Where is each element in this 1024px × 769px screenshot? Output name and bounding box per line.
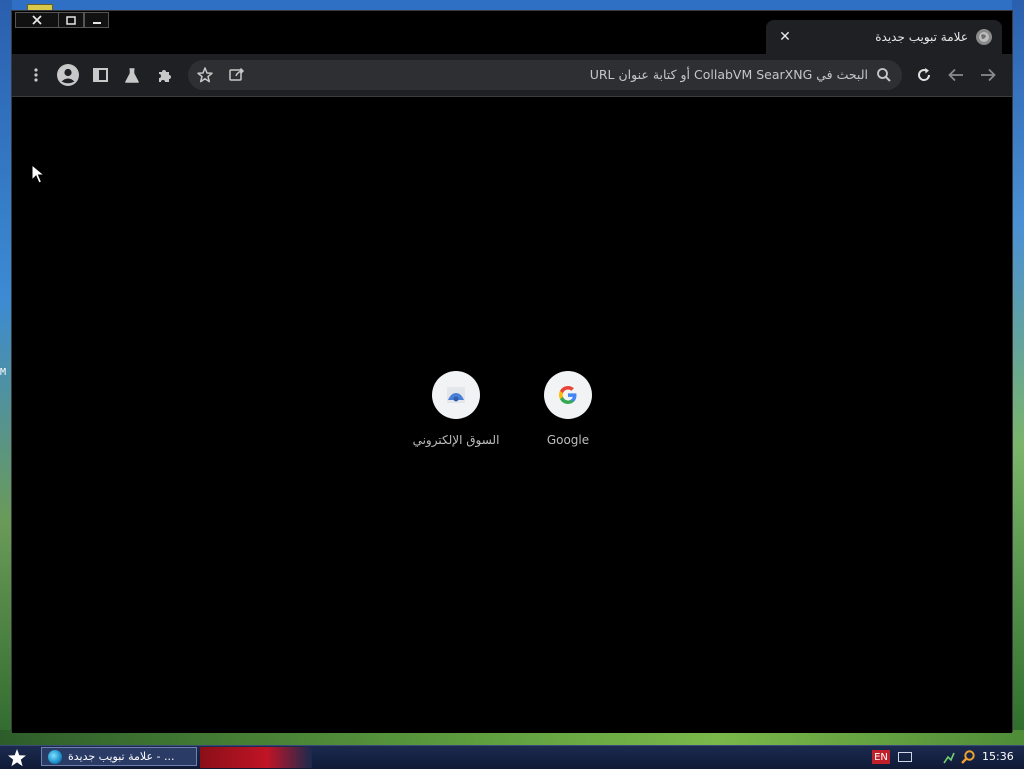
browser-window: علامة تبويب جديدة ✕ البحث في CollabVM Se… xyxy=(11,10,1013,733)
taskbar-item-label: علامة تبويب جديدة - ... xyxy=(68,750,175,763)
maximize-icon xyxy=(66,15,76,25)
omnibox-placeholder: البحث في CollabVM SearXNG أو كتابة عنوان… xyxy=(589,67,868,82)
tab-new-tab[interactable]: علامة تبويب جديدة ✕ xyxy=(766,20,1002,54)
shortcut-google[interactable]: Google xyxy=(520,371,616,447)
extensions-button[interactable] xyxy=(152,63,176,87)
profile-icon xyxy=(57,64,79,86)
share-icon[interactable] xyxy=(228,66,246,84)
toolbar: البحث في CollabVM SearXNG أو كتابة عنوان… xyxy=(12,54,1012,97)
minimize-icon xyxy=(92,21,101,24)
taskbar-item-browser[interactable]: علامة تبويب جديدة - ... xyxy=(41,747,197,766)
window-controls xyxy=(15,12,109,28)
menu-icon xyxy=(34,68,38,82)
minimize-window-button[interactable] xyxy=(84,12,109,28)
google-icon xyxy=(544,371,592,419)
maximize-window-button[interactable] xyxy=(59,12,84,28)
forward-icon xyxy=(981,68,996,82)
forward-button[interactable] xyxy=(976,63,1000,87)
globe-icon xyxy=(976,29,992,45)
taskbar-decoration xyxy=(200,747,312,768)
omnibox[interactable]: البحث في CollabVM SearXNG أو كتابة عنوان… xyxy=(188,60,902,90)
tab-title: علامة تبويب جديدة xyxy=(875,30,968,44)
desktop-wallpaper-right xyxy=(1012,0,1024,745)
reload-button[interactable] xyxy=(912,63,936,87)
close-icon xyxy=(32,15,42,25)
keyboard-icon[interactable] xyxy=(898,752,912,762)
tray-search-icon[interactable] xyxy=(960,749,976,765)
reload-icon xyxy=(918,68,931,81)
language-indicator[interactable]: EN xyxy=(872,750,890,764)
desktop-edge-label: M xyxy=(0,367,7,378)
profile-button[interactable] xyxy=(56,63,80,87)
web-store-icon xyxy=(432,371,480,419)
bookmark-star-icon[interactable] xyxy=(196,66,214,84)
star-icon xyxy=(8,748,26,766)
extensions-icon xyxy=(159,70,171,82)
side-panel-button[interactable] xyxy=(88,63,112,87)
close-window-button[interactable] xyxy=(15,12,59,28)
back-icon xyxy=(948,68,963,82)
side-panel-icon xyxy=(92,68,108,82)
network-icon[interactable] xyxy=(942,750,956,764)
browser-icon xyxy=(48,749,62,764)
back-button[interactable] xyxy=(944,63,968,87)
shortcut-web-store[interactable]: السوق الإلكتروني xyxy=(408,371,504,447)
shortcut-label: Google xyxy=(546,433,590,447)
shortcut-label: السوق الإلكتروني xyxy=(412,433,500,447)
title-bar: علامة تبويب جديدة ✕ xyxy=(12,11,1012,54)
mouse-cursor-icon xyxy=(31,164,45,184)
start-button[interactable] xyxy=(6,747,28,768)
menu-button[interactable] xyxy=(24,63,48,87)
taskbar: علامة تبويب جديدة - ... EN 15:36 xyxy=(0,745,1024,769)
search-icon xyxy=(876,67,892,83)
labs-icon xyxy=(125,67,139,83)
clock[interactable]: 15:36 xyxy=(982,750,1014,763)
new-tab-page: Google السوق الإلكتروني xyxy=(12,97,1012,733)
tab-close-button[interactable]: ✕ xyxy=(776,29,794,45)
labs-button[interactable] xyxy=(120,63,144,87)
